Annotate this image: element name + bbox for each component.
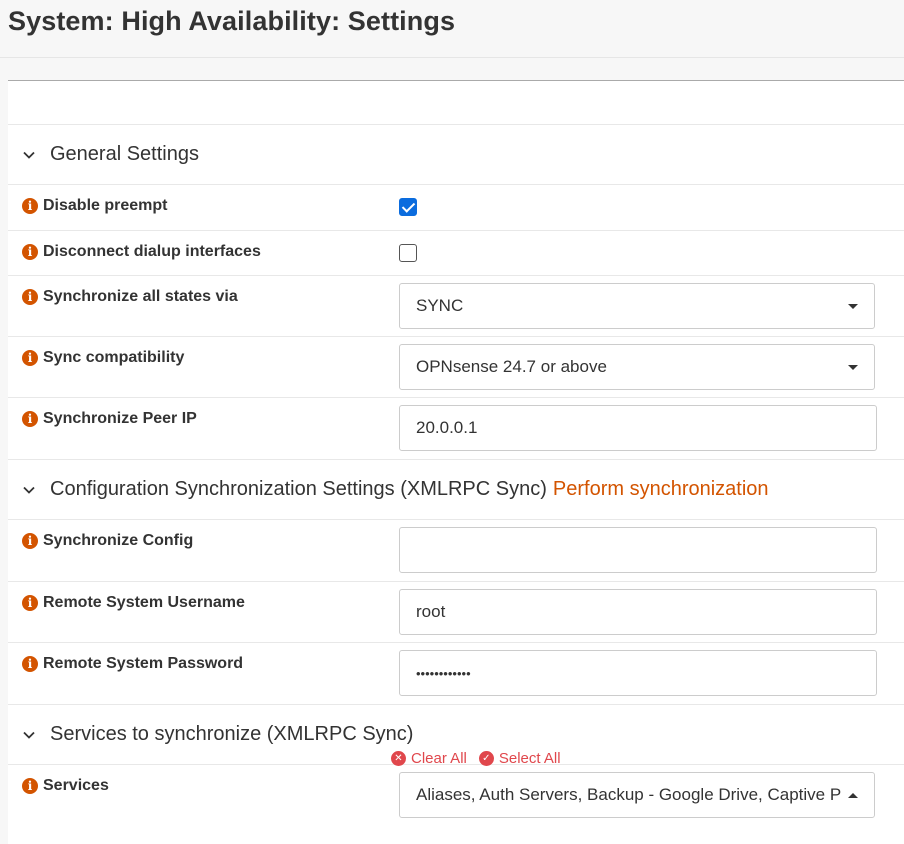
panel-top-spacer <box>8 81 904 125</box>
sync-states-select[interactable]: SYNC <box>399 283 875 329</box>
page-title: System: High Availability: Settings <box>8 6 456 36</box>
clear-all-link[interactable]: ✕ Clear All <box>391 750 467 767</box>
row-peer-ip: i Synchronize Peer IP 20.0.0.1 <box>8 398 904 460</box>
label-text: Remote System Username <box>43 594 245 611</box>
row-remote-username: i Remote System Username root <box>8 582 904 643</box>
info-circle-icon[interactable]: i <box>22 595 38 611</box>
field-label: i Remote System Username <box>22 594 245 612</box>
info-circle-icon[interactable]: i <box>22 533 38 549</box>
disconnect-dialup-checkbox[interactable] <box>399 244 417 262</box>
caret-up-icon <box>848 793 858 798</box>
sync-compat-select[interactable]: OPNsense 24.7 or above <box>399 344 875 390</box>
label-text: Services <box>43 777 109 794</box>
row-disconnect-dialup: i Disconnect dialup interfaces <box>8 231 904 276</box>
select-all-link[interactable]: ✓ Select All <box>478 750 561 767</box>
info-circle-icon[interactable]: i <box>22 244 38 260</box>
select-value: Aliases, Auth Servers, Backup - Google D… <box>416 785 841 804</box>
info-circle-icon[interactable]: i <box>22 289 38 305</box>
select-value: OPNsense 24.7 or above <box>416 357 607 376</box>
label-text: Synchronize all states via <box>43 288 238 305</box>
field-label: i Synchronize Config <box>22 532 193 550</box>
info-circle-icon[interactable]: i <box>22 198 38 214</box>
section-title: General Settings <box>50 143 199 165</box>
services-actions: ✕ Clear All ✓ Select All <box>391 750 573 767</box>
disable-preempt-checkbox[interactable] <box>399 198 417 216</box>
info-circle-icon[interactable]: i <box>22 411 38 427</box>
field-label: i Remote System Password <box>22 655 243 673</box>
chevron-down-icon[interactable] <box>22 728 36 742</box>
row-sync-config: i Synchronize Config <box>8 520 904 582</box>
times-circle-icon: ✕ <box>391 751 406 766</box>
clear-all-label: Clear All <box>411 750 467 767</box>
label-text: Synchronize Peer IP <box>43 410 197 427</box>
select-all-label: Select All <box>498 750 561 767</box>
services-multiselect[interactable]: Aliases, Auth Servers, Backup - Google D… <box>399 772 875 818</box>
remote-username-input[interactable]: root <box>399 589 877 635</box>
row-sync-states: i Synchronize all states via SYNC <box>8 276 904 337</box>
field-label: i Services <box>22 777 109 795</box>
label-text: Disconnect dialup interfaces <box>43 243 261 260</box>
row-disable-preempt: i Disable preempt <box>8 185 904 231</box>
label-text: Remote System Password <box>43 655 244 672</box>
field-label: i Disconnect dialup interfaces <box>22 243 261 261</box>
section-title: Services to synchronize (XMLRPC Sync) <box>50 723 414 745</box>
section-general-settings[interactable]: General Settings <box>8 125 904 185</box>
field-label: i Disable preempt <box>22 197 167 215</box>
field-label: i Sync compatibility <box>22 349 184 367</box>
caret-down-icon <box>848 365 858 370</box>
section-config-sync[interactable]: Configuration Synchronization Settings (… <box>8 460 904 520</box>
row-services: i Services Aliases, Auth Servers, Backup… <box>8 765 904 844</box>
check-circle-icon: ✓ <box>478 751 494 766</box>
input-value: root <box>416 602 446 621</box>
info-circle-icon[interactable]: i <box>22 350 38 366</box>
sync-config-input[interactable] <box>399 527 877 573</box>
field-label: i Synchronize Peer IP <box>22 410 197 428</box>
label-text: Sync compatibility <box>43 349 185 366</box>
info-circle-icon[interactable]: i <box>22 656 38 672</box>
row-remote-password: i Remote System Password •••••••••••• <box>8 643 904 705</box>
select-value: SYNC <box>416 296 464 315</box>
input-value: 20.0.0.1 <box>416 418 478 437</box>
caret-down-icon <box>848 304 858 309</box>
label-text: Disable preempt <box>43 197 168 214</box>
input-value: •••••••••••• <box>416 665 471 681</box>
field-label: i Synchronize all states via <box>22 288 238 306</box>
info-circle-icon[interactable]: i <box>22 778 38 794</box>
chevron-down-icon[interactable] <box>22 148 36 162</box>
remote-password-input[interactable]: •••••••••••• <box>399 650 877 696</box>
row-sync-compat: i Sync compatibility OPNsense 24.7 or ab… <box>8 337 904 398</box>
settings-panel: General Settings i Disable preempt i Dis… <box>8 80 904 844</box>
peer-ip-input[interactable]: 20.0.0.1 <box>399 405 877 451</box>
chevron-down-icon[interactable] <box>22 483 36 497</box>
page-header: System: High Availability: Settings <box>0 0 904 58</box>
label-text: Synchronize Config <box>43 532 194 549</box>
perform-sync-link[interactable]: Perform synchronization <box>553 478 769 501</box>
section-title: Configuration Synchronization Settings (… <box>50 478 547 500</box>
